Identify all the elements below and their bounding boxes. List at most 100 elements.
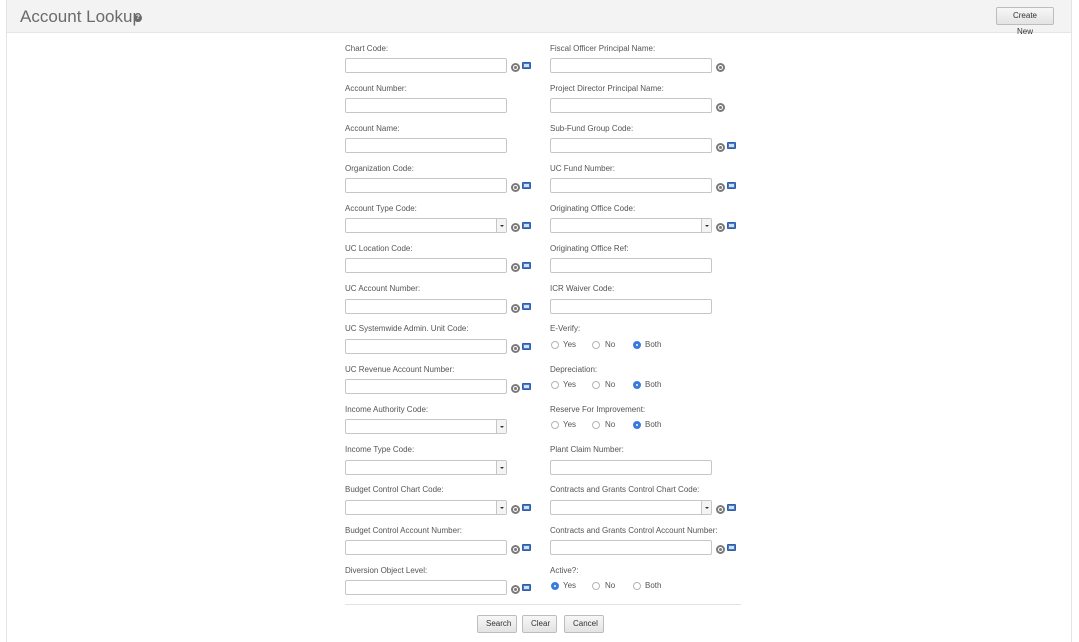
active-both-radio[interactable] (633, 582, 641, 590)
reserve-no-label: No (605, 420, 616, 429)
depreciation-both-label: Both (645, 380, 662, 389)
fiscal-officer-principal-name-input[interactable] (550, 58, 712, 73)
chevron-down-icon (496, 420, 506, 433)
cg-control-account-number-direct-inquiry-icon[interactable] (727, 544, 736, 551)
sub-fund-group-code-input[interactable] (550, 138, 712, 153)
chart-code-direct-inquiry-icon[interactable] (522, 62, 531, 69)
uc-account-number-direct-inquiry-icon[interactable] (522, 303, 531, 310)
e-verify-both-radio[interactable] (633, 341, 641, 349)
cg-control-account-number-label: Contracts and Grants Control Account Num… (550, 526, 718, 535)
uc-fund-number-label: UC Fund Number: (550, 164, 615, 173)
depreciation-yes-label: Yes (563, 380, 577, 389)
organization-code-input[interactable] (345, 178, 507, 193)
depreciation-no-radio[interactable] (592, 381, 600, 389)
help-icon[interactable]: ? (134, 14, 142, 22)
chevron-down-icon (701, 219, 711, 232)
account-number-label: Account Number: (345, 84, 407, 93)
account-type-code-select[interactable] (345, 218, 507, 233)
icr-waiver-code-input[interactable] (550, 299, 712, 314)
plant-claim-number-input[interactable] (550, 460, 712, 475)
organization-code-direct-inquiry-icon[interactable] (522, 182, 531, 189)
e-verify-yes-radio[interactable] (551, 341, 559, 349)
account-type-code-label: Account Type Code: (345, 204, 417, 213)
account-type-code-direct-inquiry-icon[interactable] (522, 222, 531, 229)
originating-office-ref-input[interactable] (550, 258, 712, 273)
organization-code-lookup-icon[interactable] (511, 183, 520, 192)
reserve-for-improvement-label: Reserve For Improvement: (550, 405, 646, 414)
cg-control-chart-code-lookup-icon[interactable] (716, 505, 725, 514)
originating-office-code-lookup-icon[interactable] (716, 223, 725, 232)
chevron-down-icon (496, 219, 506, 232)
account-number-input[interactable] (345, 98, 507, 113)
budget-control-chart-code-lookup-icon[interactable] (511, 505, 520, 514)
uc-location-code-input[interactable] (345, 258, 507, 273)
budget-control-chart-code-select[interactable] (345, 500, 507, 515)
clear-button[interactable]: Clear (522, 615, 557, 633)
uc-fund-number-lookup-icon[interactable] (716, 183, 725, 192)
account-name-input[interactable] (345, 138, 507, 153)
account-type-code-lookup-icon[interactable] (511, 223, 520, 232)
uc-account-number-input[interactable] (345, 299, 507, 314)
cg-control-chart-code-select[interactable] (550, 500, 712, 515)
active-yes-radio[interactable] (551, 582, 559, 590)
uc-systemwide-admin-unit-code-direct-inquiry-icon[interactable] (522, 343, 531, 350)
uc-location-code-lookup-icon[interactable] (511, 263, 520, 272)
divider (345, 604, 741, 605)
diversion-object-level-input[interactable] (345, 580, 507, 595)
sub-fund-group-code-direct-inquiry-icon[interactable] (727, 142, 736, 149)
cg-control-chart-code-direct-inquiry-icon[interactable] (727, 504, 736, 511)
fiscal-officer-lookup-icon[interactable] (716, 63, 725, 72)
depreciation-yes-radio[interactable] (551, 381, 559, 389)
uc-fund-number-input[interactable] (550, 178, 712, 193)
uc-revenue-account-number-input[interactable] (345, 379, 507, 394)
originating-office-code-direct-inquiry-icon[interactable] (727, 222, 736, 229)
uc-account-number-label: UC Account Number: (345, 284, 421, 293)
reserve-yes-label: Yes (563, 420, 577, 429)
cg-control-account-number-lookup-icon[interactable] (716, 545, 725, 554)
active-both-label: Both (645, 581, 662, 590)
lookup-page: Account Lookup ? Create New Chart Code: … (6, 0, 1072, 642)
sub-fund-group-code-lookup-icon[interactable] (716, 143, 725, 152)
uc-systemwide-admin-unit-code-lookup-icon[interactable] (511, 344, 520, 353)
uc-revenue-account-number-lookup-icon[interactable] (511, 384, 520, 393)
uc-revenue-account-number-direct-inquiry-icon[interactable] (522, 383, 531, 390)
cg-control-account-number-input[interactable] (550, 540, 712, 555)
budget-control-chart-code-direct-inquiry-icon[interactable] (522, 504, 531, 511)
cg-control-chart-code-label: Contracts and Grants Control Chart Code: (550, 485, 700, 494)
originating-office-code-select[interactable] (550, 218, 712, 233)
income-authority-code-select[interactable] (345, 419, 507, 434)
uc-systemwide-admin-unit-code-input[interactable] (345, 339, 507, 354)
income-authority-code-label: Income Authority Code: (345, 405, 429, 414)
cancel-button[interactable]: Cancel (564, 615, 604, 633)
uc-revenue-account-number-label: UC Revenue Account Number: (345, 365, 455, 374)
chevron-down-icon (701, 501, 711, 514)
uc-fund-number-direct-inquiry-icon[interactable] (727, 182, 736, 189)
budget-control-account-number-input[interactable] (345, 540, 507, 555)
search-button[interactable]: Search (477, 615, 517, 633)
uc-location-code-direct-inquiry-icon[interactable] (522, 262, 531, 269)
budget-control-account-number-direct-inquiry-icon[interactable] (522, 544, 531, 551)
income-type-code-select[interactable] (345, 460, 507, 475)
e-verify-no-radio[interactable] (592, 341, 600, 349)
project-director-lookup-icon[interactable] (716, 103, 725, 112)
chart-code-input[interactable] (345, 58, 507, 73)
originating-office-ref-label: Originating Office Ref: (550, 244, 629, 253)
chart-code-lookup-icon[interactable] (511, 63, 520, 72)
active-no-radio[interactable] (592, 582, 600, 590)
diversion-object-level-direct-inquiry-icon[interactable] (522, 584, 531, 591)
create-new-button[interactable]: Create New (996, 7, 1054, 36)
project-director-principal-name-input[interactable] (550, 98, 712, 113)
fiscal-officer-principal-name-label: Fiscal Officer Principal Name: (550, 44, 656, 53)
uc-account-number-lookup-icon[interactable] (511, 304, 520, 313)
e-verify-label: E-Verify: (550, 324, 581, 333)
reserve-both-radio[interactable] (633, 421, 641, 429)
depreciation-both-radio[interactable] (633, 381, 641, 389)
diversion-object-level-lookup-icon[interactable] (511, 585, 520, 594)
chart-code-label: Chart Code: (345, 44, 389, 53)
reserve-yes-radio[interactable] (551, 421, 559, 429)
icr-waiver-code-label: ICR Waiver Code: (550, 284, 615, 293)
active-label: Active?: (550, 566, 579, 575)
reserve-no-radio[interactable] (592, 421, 600, 429)
budget-control-account-number-lookup-icon[interactable] (511, 545, 520, 554)
e-verify-both-label: Both (645, 340, 662, 349)
